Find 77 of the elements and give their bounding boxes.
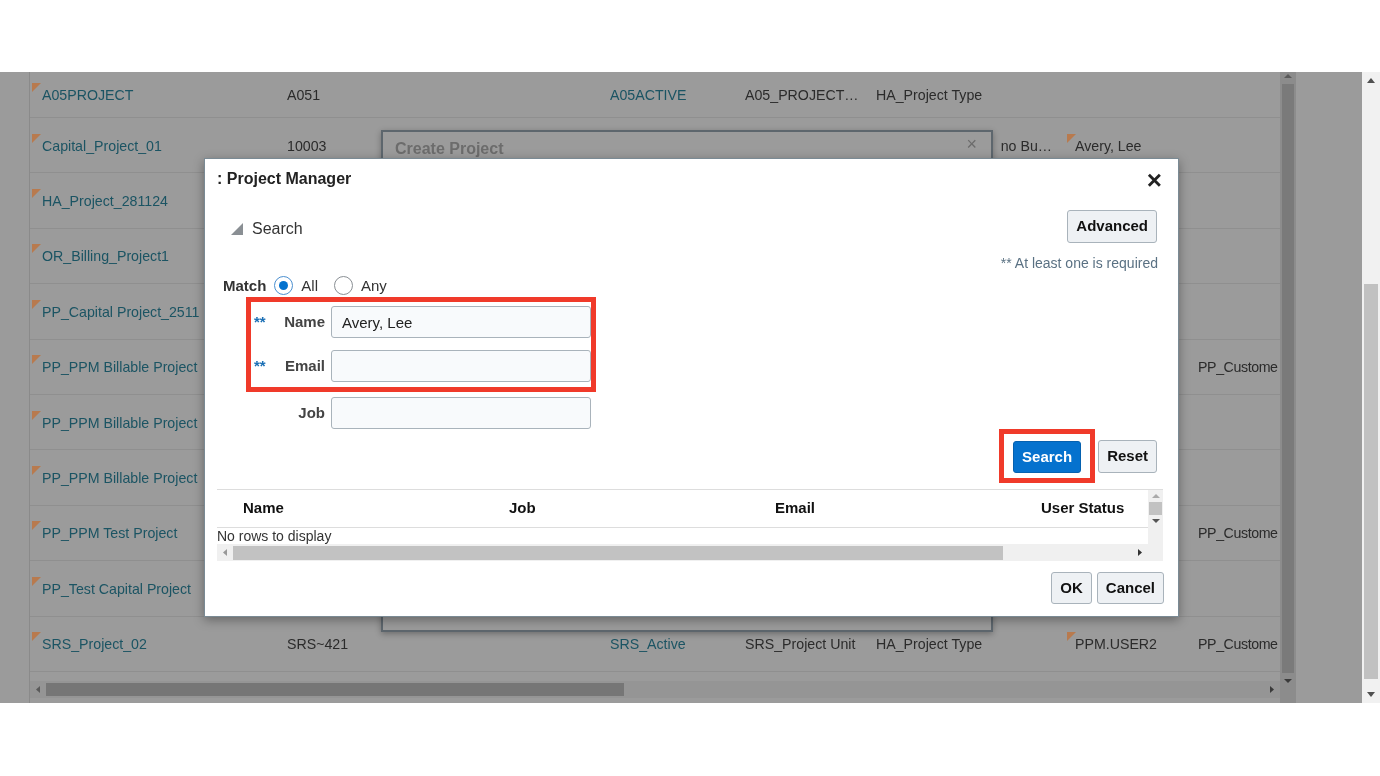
input-field[interactable]: Avery, Lee <box>331 306 591 338</box>
field-label: Email <box>283 355 325 376</box>
page-scrollbar[interactable] <box>1362 72 1380 703</box>
horizontal-scrollbar[interactable] <box>217 544 1148 561</box>
table-link[interactable]: OR_Billing_Project1 <box>42 244 169 268</box>
table-cell-text: A051 <box>287 85 321 105</box>
input-field[interactable] <box>331 397 591 429</box>
column-header[interactable]: Name <box>233 497 499 520</box>
flag-icon <box>32 465 41 475</box>
flag-icon <box>32 133 41 143</box>
vertical-scrollbar[interactable] <box>1280 72 1296 703</box>
column-header[interactable]: Email <box>765 497 1031 520</box>
table-link[interactable]: HA_Project_281124 <box>42 188 168 213</box>
table-cell-text: Avery, Lee <box>1075 136 1142 156</box>
advanced-button[interactable]: Advanced <box>1067 210 1157 243</box>
table-link[interactable]: PP_PPM Billable Project <box>42 410 198 434</box>
radio-label[interactable]: All <box>301 274 318 297</box>
radio-label[interactable]: Any <box>361 274 387 297</box>
search-button[interactable]: Search <box>1013 441 1082 473</box>
empty-message: No rows to display <box>217 528 333 544</box>
table-cell-text: HA_Project Type <box>876 85 983 105</box>
table-link[interactable]: SRS_Project_02 <box>42 632 147 656</box>
vertical-scrollbar[interactable] <box>1148 490 1163 561</box>
table-cell-text: A05_PROJECT… <box>745 85 859 105</box>
table-link[interactable]: A05ACTIVE <box>610 82 687 107</box>
field-label: Name <box>283 311 325 332</box>
table-cell-text: PP_Custome <box>1198 358 1278 378</box>
table-cell-text: PP_Custome <box>1198 524 1278 544</box>
table-link[interactable]: PP_PPM Test Project <box>42 521 178 545</box>
close-button[interactable]: × <box>1146 167 1162 193</box>
table-cell-text: PPM.USER2 <box>1075 635 1157 655</box>
table-link[interactable]: PP_PPM Billable Project <box>42 355 198 379</box>
dialog-button[interactable]: Cancel <box>1096 572 1164 604</box>
table-link[interactable]: A05PROJECT <box>42 82 134 107</box>
scrollbar-thumb[interactable] <box>233 545 1003 560</box>
table-cell-text: 10003 <box>287 136 327 156</box>
flag-icon <box>32 632 41 642</box>
scrollbar-thumb[interactable] <box>1149 502 1162 515</box>
scrollbar-thumb[interactable] <box>46 683 624 696</box>
match-label: Match <box>223 275 267 296</box>
table-link[interactable]: PP_Capital Project_2511 <box>42 299 200 323</box>
radio-button[interactable] <box>274 276 294 296</box>
table-cell-text: no Bu… <box>1000 136 1052 156</box>
field-label: Job <box>297 402 325 423</box>
column-header[interactable]: User Status <box>1031 497 1148 520</box>
scroll-down-icon[interactable] <box>1282 677 1294 685</box>
dialog-button[interactable]: OK <box>1051 572 1092 604</box>
table-link[interactable]: PP_PPM Billable Project <box>42 465 198 490</box>
dialog-title: : Project Manager <box>217 169 352 189</box>
disclosure-triangle-icon[interactable] <box>230 222 244 236</box>
flag-icon <box>32 82 41 92</box>
scrollbar-thumb[interactable] <box>1364 284 1378 679</box>
flag-icon <box>32 299 41 309</box>
required-mark: ** <box>253 311 267 332</box>
required-mark: ** <box>253 355 267 376</box>
flag-icon <box>1067 632 1076 642</box>
flag-icon <box>32 244 41 254</box>
section-label[interactable]: Search <box>252 217 303 241</box>
table-cell-text: SRS_Project Unit <box>745 635 856 655</box>
table-cell-text: SRS~421 <box>287 635 349 655</box>
flag-icon <box>32 355 41 365</box>
flag-icon <box>32 576 41 586</box>
reset-button[interactable]: Reset <box>1098 439 1157 473</box>
flag-icon <box>32 521 41 531</box>
column-header[interactable]: Job <box>499 497 765 520</box>
flag-icon <box>1067 133 1076 143</box>
table-cell-text: PP_Custome <box>1198 635 1278 655</box>
horizontal-scrollbar[interactable] <box>30 681 1280 698</box>
radio-button[interactable] <box>334 276 353 296</box>
table-link[interactable]: Capital_Project_01 <box>42 133 162 157</box>
table-link[interactable]: SRS_Active <box>610 632 686 656</box>
required-note: ** At least one is required <box>1000 255 1158 271</box>
table-cell-text: HA_Project Type <box>876 635 983 655</box>
table-link[interactable]: PP_Test Capital Project <box>42 576 192 600</box>
flag-icon <box>32 188 41 198</box>
input-field[interactable] <box>331 350 591 382</box>
flag-icon <box>32 410 41 420</box>
